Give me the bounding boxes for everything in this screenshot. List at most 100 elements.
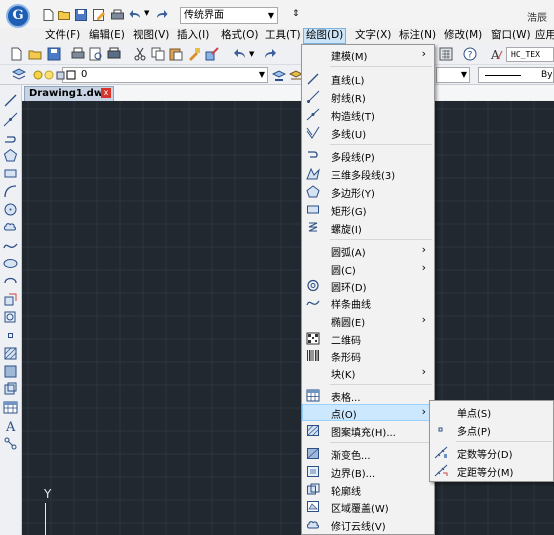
menu-item-outline[interactable]: 轮廓线 <box>302 481 434 498</box>
menu-file[interactable]: 文件(F) <box>43 28 82 44</box>
match-properties-icon[interactable] <box>187 47 201 61</box>
menu-item-gradient[interactable]: 渐变色... <box>302 445 434 462</box>
undo-icon[interactable] <box>233 47 247 61</box>
menu-item-wipeout[interactable]: 区域覆盖(W) <box>302 498 434 515</box>
plot-icon[interactable] <box>107 47 121 61</box>
linetype-select[interactable]: By <box>478 67 554 83</box>
save-icon[interactable] <box>75 9 88 21</box>
menu-item-revision-cloud[interactable]: 修订云线(V) <box>302 516 434 533</box>
menu-format[interactable]: 格式(O) <box>219 28 260 44</box>
polygon-icon[interactable] <box>3 148 18 163</box>
polyline-icon[interactable] <box>3 130 18 145</box>
menu-item-arc[interactable]: 圆弧(A) › <box>302 242 434 259</box>
menu-item-helix[interactable]: 螺旋(I) <box>302 219 434 236</box>
new-file-icon[interactable] <box>42 9 55 21</box>
workspace-select[interactable]: 传统界面 ▼ <box>180 7 278 24</box>
make-block-icon[interactable] <box>3 310 18 325</box>
print-icon[interactable] <box>71 47 85 61</box>
menu-text[interactable]: 文字(X) <box>353 28 393 44</box>
menu-item-donut[interactable]: 圆环(D) <box>302 277 434 294</box>
print-icon[interactable] <box>111 9 124 21</box>
new-icon[interactable] <box>9 47 23 61</box>
menu-item-ray[interactable]: 射线(R) <box>302 88 434 105</box>
open-icon[interactable] <box>28 47 42 61</box>
print-preview-icon[interactable] <box>89 47 103 61</box>
layer-state-icons <box>33 70 76 80</box>
menu-apps[interactable]: 应用 <box>533 28 554 44</box>
menu-edit[interactable]: 编辑(E) <box>87 28 127 44</box>
submenu-item-single-point[interactable]: 单点(S) <box>430 403 554 420</box>
menu-item-qrcode[interactable]: 二维码 <box>302 330 434 347</box>
ellipse-icon[interactable] <box>3 256 18 271</box>
color-select[interactable]: ▼ <box>436 67 470 83</box>
menu-item-block[interactable]: 块(K) › <box>302 364 434 381</box>
table-icon[interactable] <box>3 400 18 415</box>
menu-item-rectangle[interactable]: 矩形(G) <box>302 201 434 218</box>
cut-icon[interactable] <box>133 47 147 61</box>
redo-icon[interactable] <box>263 47 277 61</box>
undo-dropdown-icon[interactable]: ▼ <box>249 50 254 58</box>
submenu-item-divide[interactable]: 定数等分(D) <box>430 444 554 461</box>
arc-icon[interactable] <box>3 184 18 199</box>
menu-window[interactable]: 窗口(W) <box>489 28 533 44</box>
gradient-icon[interactable] <box>3 364 18 379</box>
menu-draw[interactable]: 绘图(D) <box>303 28 347 44</box>
menu-dimension[interactable]: 标注(N) <box>397 28 438 44</box>
customize-quick-access-icon[interactable]: ⇕ <box>292 9 300 19</box>
menu-item-multiline[interactable]: 多线(U) <box>302 124 434 141</box>
point-icon[interactable] <box>3 328 18 343</box>
help-icon[interactable]: ? <box>463 47 477 61</box>
paste-icon[interactable] <box>169 47 183 61</box>
redo-icon[interactable] <box>155 9 168 21</box>
menu-view[interactable]: 视图(V) <box>131 28 171 44</box>
menu-item-point[interactable]: 点(O) › <box>302 404 434 421</box>
undo-icon[interactable] <box>129 9 142 21</box>
menu-item-spline[interactable]: 样条曲线 <box>302 294 434 311</box>
menu-modify[interactable]: 修改(M) <box>442 28 484 44</box>
submenu-item-multiple-points[interactable]: 多点(P) <box>430 421 554 438</box>
open-file-icon[interactable] <box>58 9 71 21</box>
save-as-icon[interactable] <box>93 9 106 21</box>
menu-item-3d-polyline[interactable]: 三维多段线(3) <box>302 165 434 182</box>
menu-item-polygon[interactable]: 多边形(Y) <box>302 183 434 200</box>
text-style-select[interactable]: HC_TEX <box>506 47 554 62</box>
spline-icon[interactable] <box>3 238 18 253</box>
circle-icon[interactable] <box>3 202 18 217</box>
title-text: 浩辰 <box>527 13 547 24</box>
construction-line-icon[interactable] <box>3 112 18 127</box>
menu-item-circle[interactable]: 圆(C) › <box>302 260 434 277</box>
hatch-icon[interactable] <box>3 346 18 361</box>
qrcode-icon <box>306 332 320 345</box>
menu-item-boundary[interactable]: 边界(B)... <box>302 463 434 480</box>
menu-item-construction-line[interactable]: 构造线(T) <box>302 106 434 123</box>
calculator-icon[interactable] <box>439 47 453 61</box>
menu-tools[interactable]: 工具(T) <box>263 28 303 44</box>
app-logo-icon[interactable]: G <box>6 4 30 28</box>
line-icon[interactable] <box>3 93 18 108</box>
insert-block-icon[interactable] <box>3 292 18 307</box>
copy-icon[interactable] <box>151 47 165 61</box>
save-icon[interactable] <box>47 47 61 61</box>
menu-item-modeling[interactable]: 建模(M) › <box>302 46 434 63</box>
multiline-text-icon[interactable]: A <box>3 418 18 433</box>
text-style-icon[interactable]: A <box>489 47 503 61</box>
make-object-layer-current-icon[interactable] <box>272 68 286 82</box>
undo-dropdown-icon[interactable]: ▼ <box>144 9 149 17</box>
ellipse-arc-icon[interactable] <box>3 274 18 289</box>
add-selected-icon[interactable] <box>3 436 18 451</box>
region-icon[interactable] <box>3 382 18 397</box>
menu-item-ellipse[interactable]: 椭圆(E) › <box>302 312 434 329</box>
menu-item-hatch[interactable]: 图案填充(H)... <box>302 422 434 439</box>
menu-item-line[interactable]: 直线(L) <box>302 70 434 87</box>
menu-item-barcode[interactable]: 条形码 <box>302 347 434 364</box>
menu-item-polyline[interactable]: 多段线(P) <box>302 147 434 164</box>
revision-cloud-icon[interactable] <box>3 220 18 235</box>
menu-insert[interactable]: 插入(I) <box>175 28 211 44</box>
layer-select[interactable]: 0 ▼ <box>33 67 268 83</box>
menu-item-table[interactable]: 表格... <box>302 387 434 404</box>
close-tab-icon[interactable]: x <box>101 88 111 98</box>
block-editor-icon[interactable] <box>205 47 219 61</box>
submenu-item-measure[interactable]: 定距等分(M) <box>430 462 554 479</box>
layer-manager-icon[interactable] <box>12 68 26 82</box>
rectangle-icon[interactable] <box>3 166 18 181</box>
